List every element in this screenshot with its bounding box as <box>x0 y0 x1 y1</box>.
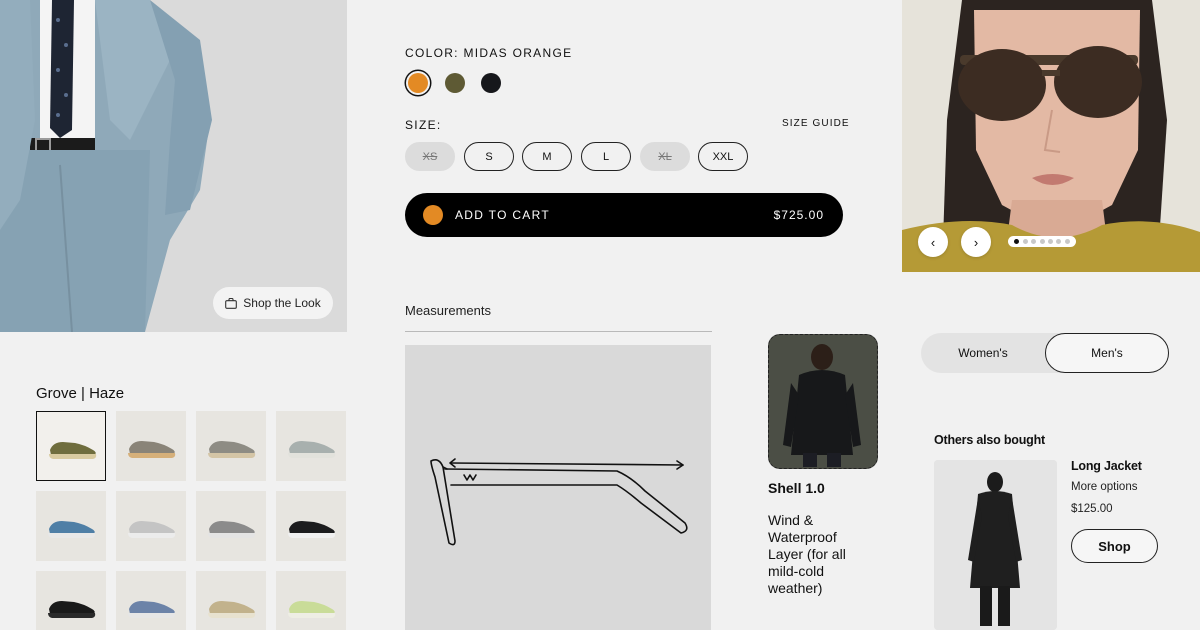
shop-the-look-button[interactable]: Shop the Look <box>213 287 333 319</box>
shoe-icon <box>208 601 256 618</box>
shoe-variant-tile[interactable] <box>36 491 106 561</box>
shoe-icon <box>49 442 97 459</box>
cart-price: $725.00 <box>773 208 824 222</box>
shoe-variant-tile[interactable] <box>116 411 186 481</box>
measurements-title: Measurements <box>405 303 491 318</box>
size-option-s[interactable]: S <box>464 142 514 171</box>
carousel-dot[interactable] <box>1047 239 1053 244</box>
color-swatch[interactable] <box>445 73 465 93</box>
suit-look-image: Shop the Look <box>0 0 347 332</box>
size-option-xs[interactable]: XS <box>405 142 455 171</box>
color-swatch[interactable] <box>481 73 501 93</box>
shoe-icon <box>208 441 256 458</box>
size-option-m[interactable]: M <box>522 142 572 171</box>
toggle-womens[interactable]: Women's <box>921 333 1045 373</box>
color-swatch[interactable] <box>408 73 428 93</box>
suit-illustration <box>0 0 347 332</box>
shoe-icon <box>288 521 336 538</box>
size-guide-link[interactable]: SIZE GUIDE <box>782 118 850 129</box>
shoe-grid-title: Grove | Haze <box>36 385 125 402</box>
shoe-icon <box>208 521 256 538</box>
shop-the-look-label: Shop the Look <box>243 296 321 310</box>
shoe-icon <box>48 601 96 618</box>
carousel-pagination <box>1008 236 1076 247</box>
carousel-dot[interactable] <box>1039 239 1045 244</box>
shoe-variant-tile[interactable] <box>276 491 346 561</box>
others-also-bought-title: Others also bought <box>934 433 1045 447</box>
measurements-divider <box>405 331 712 332</box>
carousel-next-button[interactable]: › <box>961 227 991 257</box>
size-option-l[interactable]: L <box>581 142 631 171</box>
add-to-cart-label: ADD TO CART <box>455 208 550 222</box>
shoe-icon <box>128 601 176 618</box>
chevron-right-icon: › <box>973 234 979 250</box>
shoe-variant-tile[interactable] <box>196 571 266 630</box>
shopping-bag-icon <box>225 297 238 309</box>
shoe-variant-tile[interactable] <box>196 411 266 481</box>
shell-product-name[interactable]: Shell 1.0 <box>768 480 825 496</box>
chevron-left-icon: ‹ <box>930 234 936 250</box>
size-option-xl[interactable]: XL <box>640 142 690 171</box>
carousel-dot[interactable] <box>1064 239 1070 244</box>
shoe-variant-tile[interactable] <box>36 411 106 481</box>
size-option-xxl[interactable]: XXL <box>698 142 748 171</box>
selected-color-dot <box>423 205 443 225</box>
gender-toggle: Women's Men's <box>921 333 1169 373</box>
carousel-dot[interactable] <box>1022 239 1028 244</box>
long-jacket-image[interactable] <box>934 460 1057 630</box>
shoe-icon <box>48 521 96 538</box>
shoe-variant-tile[interactable] <box>276 571 346 630</box>
shoe-variant-tile[interactable] <box>36 571 106 630</box>
color-label: COLOR: MIDAS ORANGE <box>405 46 573 60</box>
toggle-mens[interactable]: Men's <box>1045 333 1169 373</box>
shell-jacket-image[interactable] <box>768 334 878 469</box>
shoe-icon <box>128 441 176 458</box>
long-jacket-name[interactable]: Long Jacket <box>1071 459 1142 473</box>
measurements-diagram <box>405 345 711 630</box>
shoe-variant-tile[interactable] <box>116 571 186 630</box>
sunglasses-arm-drawing <box>405 345 711 630</box>
model-illustration <box>902 0 1200 272</box>
shop-button[interactable]: Shop <box>1071 529 1158 563</box>
shoe-variant-tile[interactable] <box>196 491 266 561</box>
shell-product-description: Wind & Waterproof Layer (for all mild-co… <box>768 512 846 596</box>
shoe-icon <box>288 441 336 458</box>
add-to-cart-button[interactable]: ADD TO CART $725.00 <box>405 193 843 237</box>
shoe-icon <box>288 601 336 618</box>
shoe-icon <box>128 521 176 538</box>
long-jacket-price: $125.00 <box>1071 503 1113 515</box>
carousel-dot[interactable] <box>1014 239 1020 244</box>
long-jacket-illustration <box>934 460 1057 630</box>
shoe-variant-tile[interactable] <box>116 491 186 561</box>
carousel-prev-button[interactable]: ‹ <box>918 227 948 257</box>
size-label: SIZE: <box>405 118 442 132</box>
sunglasses-model-image <box>902 0 1200 272</box>
shell-model-illustration <box>769 335 876 467</box>
carousel-dot[interactable] <box>1056 239 1062 244</box>
more-options-text: More options <box>1071 481 1138 493</box>
carousel-dot[interactable] <box>1031 239 1037 244</box>
shoe-variant-tile[interactable] <box>276 411 346 481</box>
